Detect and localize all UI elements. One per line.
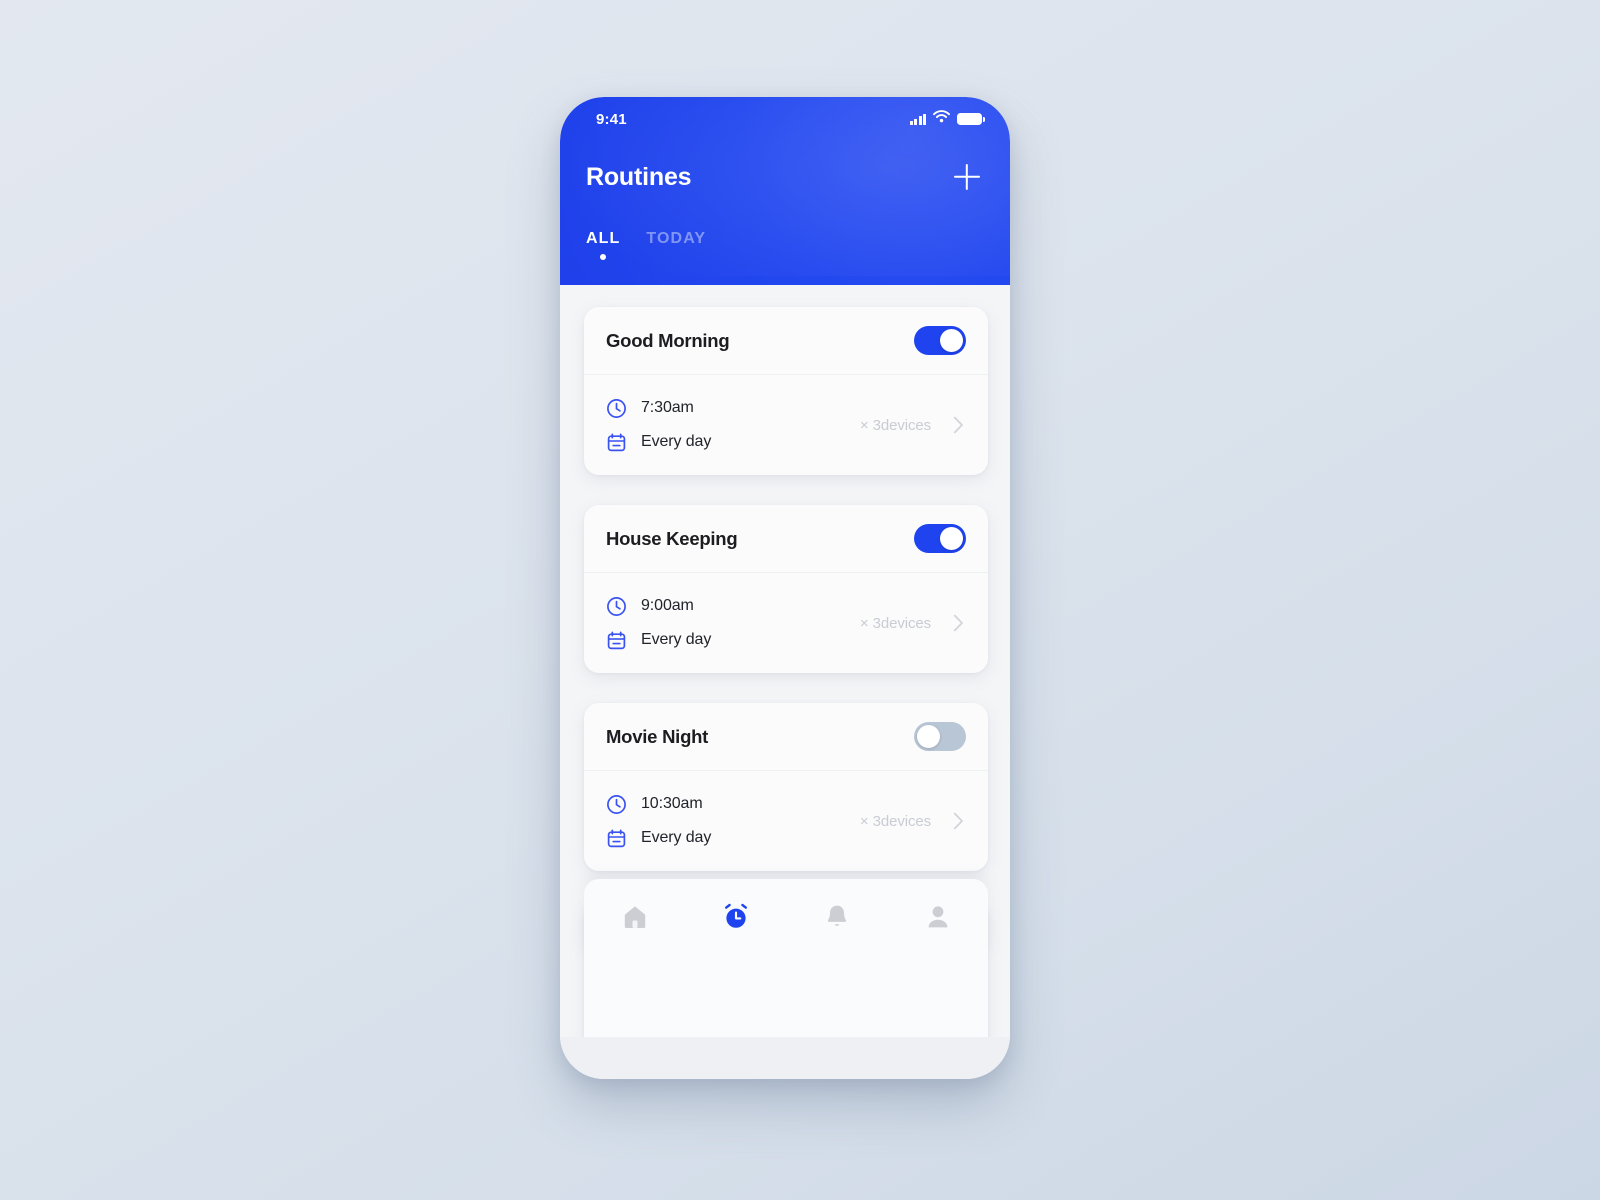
routine-card-body: 7:30am Every day × 3devices xyxy=(584,375,988,475)
routine-time-row: 7:30am xyxy=(606,398,781,419)
multiply-icon: × xyxy=(859,614,869,632)
routine-devices-label: 3devices xyxy=(872,416,932,434)
status-bar: 9:41 xyxy=(560,97,1010,141)
routine-card-header: House Keeping xyxy=(584,505,988,573)
tab-today[interactable]: TODAY xyxy=(646,230,706,260)
routine-time-row: 10:30am xyxy=(606,794,781,815)
routine-toggle[interactable] xyxy=(914,722,966,751)
routine-title: House Keeping xyxy=(606,527,738,549)
wifi-icon xyxy=(933,110,950,128)
routine-time: 7:30am xyxy=(641,399,694,416)
plus-icon[interactable] xyxy=(950,160,984,194)
routine-meta: 10:30am Every day xyxy=(606,794,781,849)
routine-devices-label: 3devices xyxy=(872,614,932,632)
routine-repeat: Every day xyxy=(641,433,712,450)
routine-toggle[interactable] xyxy=(914,326,966,355)
home-icon xyxy=(620,902,650,932)
routine-meta: 7:30am Every day xyxy=(606,398,781,453)
tab-active-indicator xyxy=(600,254,607,260)
routine-repeat-row: Every day xyxy=(606,630,781,651)
bottom-navigation xyxy=(584,879,988,1055)
routine-time-row: 9:00am xyxy=(606,596,781,617)
routine-repeat-row: Every day xyxy=(606,828,781,849)
routine-toggle[interactable] xyxy=(914,524,966,553)
routine-time: 10:30am xyxy=(641,795,703,812)
routine-time: 9:00am xyxy=(641,597,694,614)
tab-today-label: TODAY xyxy=(646,230,707,247)
bell-icon xyxy=(822,902,852,932)
routine-repeat: Every day xyxy=(641,631,712,648)
page-title: Routines xyxy=(586,162,692,191)
routine-devices-label: 3devices xyxy=(872,812,932,830)
routine-devices-count: × 3devices xyxy=(860,615,931,632)
nav-item-notifications[interactable] xyxy=(808,891,866,943)
chevron-right-icon[interactable] xyxy=(953,416,964,434)
tab-all[interactable]: ALL xyxy=(586,230,620,260)
routine-repeat: Every day xyxy=(641,829,712,846)
clock-icon xyxy=(606,596,627,617)
status-bar-icons xyxy=(909,110,985,128)
tab-all-label: ALL xyxy=(586,230,621,247)
routine-devices-area[interactable]: × 3devices xyxy=(781,416,966,434)
toggle-knob xyxy=(917,725,940,748)
multiply-icon: × xyxy=(859,416,869,434)
routine-card[interactable]: House Keeping 9:00am Every day × 3device… xyxy=(584,505,988,673)
routine-card-body: 9:00am Every day × 3devices xyxy=(584,573,988,673)
routine-devices-count: × 3devices xyxy=(860,417,931,434)
chevron-right-icon[interactable] xyxy=(953,812,964,830)
alarm-clock-icon xyxy=(721,902,751,932)
clock-icon xyxy=(606,794,627,815)
routine-repeat-row: Every day xyxy=(606,432,781,453)
multiply-icon: × xyxy=(859,812,869,830)
calendar-icon xyxy=(606,432,627,453)
routine-card[interactable]: Movie Night 10:30am Every day × 3devices xyxy=(584,703,988,871)
toggle-knob xyxy=(940,329,963,352)
routine-title: Good Morning xyxy=(606,329,730,351)
phone-frame: 9:41 Routines ALL TODAY Good Morning 7:3… xyxy=(560,97,1010,1079)
signal-bars-icon xyxy=(909,113,926,125)
battery-icon xyxy=(957,113,985,125)
header-title-row: Routines xyxy=(560,149,1010,205)
calendar-icon xyxy=(606,630,627,651)
routine-card[interactable]: Good Morning 7:30am Every day × 3devices xyxy=(584,307,988,475)
nav-item-home[interactable] xyxy=(606,891,664,943)
clock-icon xyxy=(606,398,627,419)
nav-item-routines[interactable] xyxy=(707,891,765,943)
routine-card-body: 10:30am Every day × 3devices xyxy=(584,771,988,871)
toggle-knob xyxy=(940,527,963,550)
routine-meta: 9:00am Every day xyxy=(606,596,781,651)
routine-card-header: Good Morning xyxy=(584,307,988,375)
calendar-icon xyxy=(606,828,627,849)
phone-bottom-area xyxy=(560,1037,1010,1079)
person-icon xyxy=(923,902,953,932)
app-header: 9:41 Routines ALL TODAY xyxy=(560,97,1010,285)
tab-bar: ALL TODAY xyxy=(586,230,706,260)
routine-card-header: Movie Night xyxy=(584,703,988,771)
routine-devices-area[interactable]: × 3devices xyxy=(781,614,966,632)
nav-item-profile[interactable] xyxy=(909,891,967,943)
routine-devices-count: × 3devices xyxy=(860,813,931,830)
routine-devices-area[interactable]: × 3devices xyxy=(781,812,966,830)
routine-title: Movie Night xyxy=(606,725,709,747)
chevron-right-icon[interactable] xyxy=(953,614,964,632)
status-bar-time: 9:41 xyxy=(596,110,627,128)
